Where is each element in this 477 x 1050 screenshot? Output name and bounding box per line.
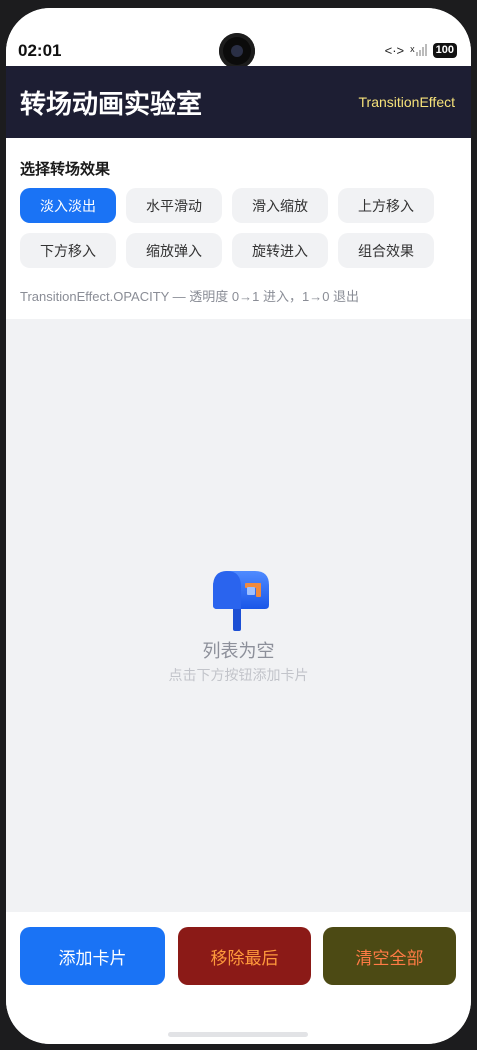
- clear-all-button[interactable]: 清空全部: [323, 927, 456, 985]
- card-list[interactable]: 列表为空 点击下方按钮添加卡片: [6, 319, 471, 912]
- signal-icon: x: [410, 44, 427, 56]
- app-screen: 02:01 <·> x 100 转场动画实验室 TransitionEffect…: [6, 8, 471, 1044]
- add-card-button[interactable]: 添加卡片: [20, 927, 165, 985]
- home-indicator[interactable]: [168, 1032, 308, 1037]
- page-title: 转场动画实验室: [20, 90, 203, 120]
- phone-frame: 02:01 <·> x 100 转场动画实验室 TransitionEffect…: [0, 0, 477, 1050]
- effect-option-fade[interactable]: 淡入淡出: [20, 188, 116, 223]
- effect-option-slide-scale[interactable]: 滑入缩放: [232, 188, 328, 223]
- app-header: 转场动画实验室 TransitionEffect: [6, 66, 471, 138]
- mailbox-icon: [213, 571, 269, 631]
- status-bar: 02:01 <·> x 100: [6, 8, 471, 69]
- effect-option-combined[interactable]: 组合效果: [338, 233, 434, 268]
- effect-selector-panel: 选择转场效果 淡入淡出 水平滑动 滑入缩放 上方移入 下方移入 缩放弹入 旋转进…: [6, 138, 471, 319]
- remove-last-button[interactable]: 移除最后: [178, 927, 311, 985]
- empty-state-title: 列表为空: [202, 641, 275, 662]
- section-title: 选择转场效果: [20, 160, 111, 178]
- effect-option-move-bottom[interactable]: 下方移入: [20, 233, 116, 268]
- network-icon: <·>: [384, 42, 405, 58]
- effect-option-move-top[interactable]: 上方移入: [338, 188, 434, 223]
- effect-options: 淡入淡出 水平滑动 滑入缩放 上方移入 下方移入 缩放弹入 旋转进入 组合效果: [20, 188, 440, 268]
- status-icons: <·> x 100: [385, 42, 457, 58]
- action-bar: 添加卡片 移除最后 清空全部: [6, 912, 471, 1044]
- signal-badge: x: [410, 44, 415, 54]
- signal-bars: [415, 44, 427, 56]
- empty-state-hint: 点击下方按钮添加卡片: [168, 668, 309, 684]
- effect-option-slide-horizontal[interactable]: 水平滑动: [126, 188, 222, 223]
- battery-icon: 100: [432, 42, 457, 58]
- effect-description: TransitionEffect.OPACITY — 透明度 0→1 进入，1→…: [20, 289, 360, 304]
- header-subtitle: TransitionEffect: [358, 94, 456, 110]
- effect-option-scale-bounce[interactable]: 缩放弹入: [126, 233, 222, 268]
- front-camera: [219, 33, 255, 69]
- effect-option-rotate[interactable]: 旋转进入: [232, 233, 328, 268]
- status-time: 02:01: [18, 41, 62, 60]
